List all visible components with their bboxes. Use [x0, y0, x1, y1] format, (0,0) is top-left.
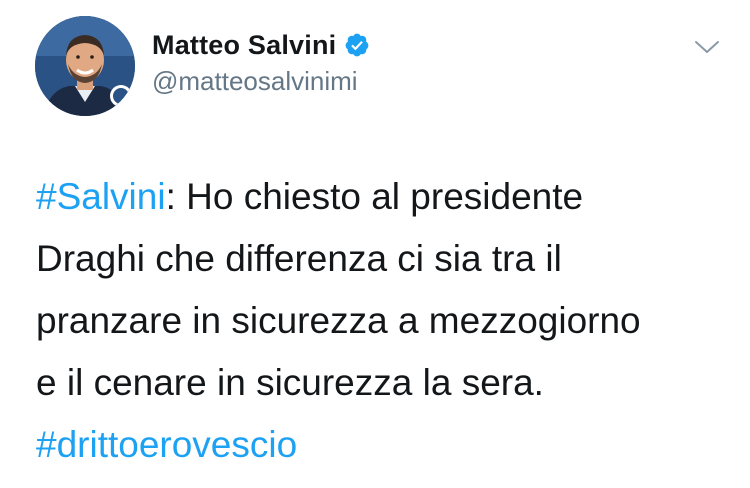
- tweet-line-1-text: : Ho chiesto al presidente: [165, 176, 584, 217]
- tweet-line-3: pranzare in sicurezza a mezzogiorno: [36, 300, 641, 341]
- hashtag-salvini[interactable]: #Salvini: [36, 176, 166, 217]
- hashtag-drittoerovescio[interactable]: #drittoerovescio: [36, 424, 297, 465]
- verified-badge-icon: [344, 32, 370, 58]
- chevron-down-icon[interactable]: [694, 38, 720, 56]
- avatar[interactable]: [35, 16, 135, 116]
- author-name-row: Matteo Salvini: [152, 28, 370, 62]
- tweet-line-4: e il cenare in sicurezza la sera.: [36, 362, 544, 403]
- author-handle[interactable]: @matteosalvinimi: [152, 66, 358, 97]
- tweet-line-5: #drittoerovescio: [36, 414, 736, 476]
- author-display-name[interactable]: Matteo Salvini: [152, 30, 336, 61]
- tweet-line-1: #Salvini: Ho chiesto al presidente: [36, 166, 736, 228]
- tweet-line-2: Draghi che differenza ci sia tra il: [36, 238, 562, 279]
- tweet-card: Matteo Salvini @matteosalvinimi #Salvini…: [0, 0, 750, 488]
- tweet-text: #Salvini: Ho chiesto al presidente Dragh…: [36, 166, 736, 476]
- avatar-image: [35, 16, 135, 116]
